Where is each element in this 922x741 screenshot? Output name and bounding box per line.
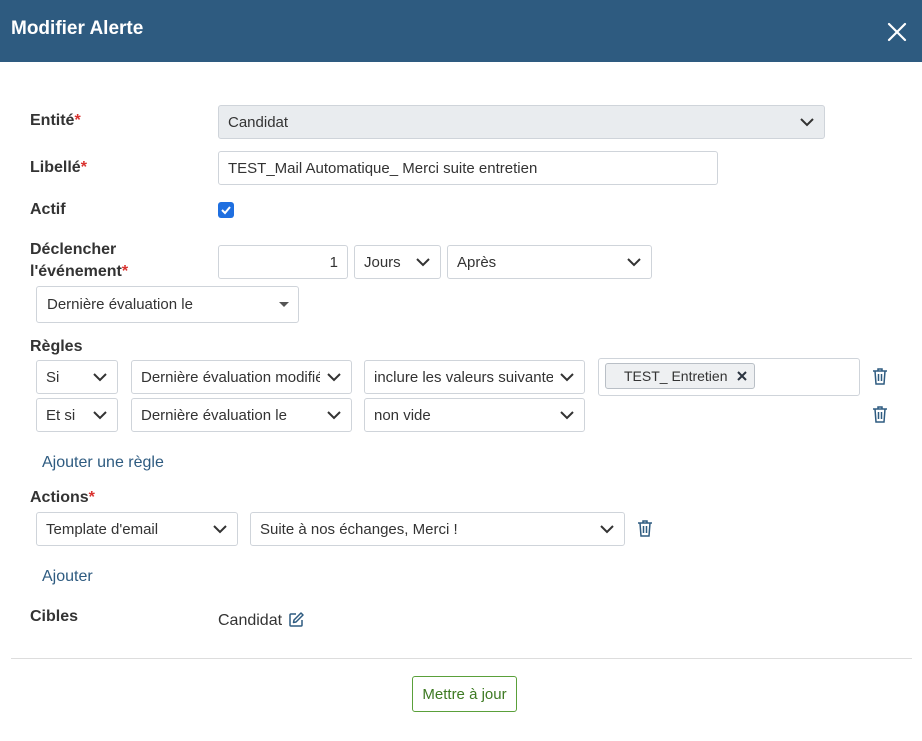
chevron-down-icon: [416, 258, 430, 267]
chevron-down-icon: [627, 258, 641, 267]
chevron-down-icon: [560, 373, 574, 382]
rule-2-operator-select[interactable]: non vide: [364, 398, 585, 432]
targets-value: Candidat: [218, 612, 283, 629]
chevron-down-icon: [93, 373, 107, 382]
targets-label: Cibles: [30, 608, 79, 625]
action-template-select[interactable]: Suite à nos échanges, Merci !: [250, 512, 625, 546]
trash-icon[interactable]: [872, 405, 888, 423]
trigger-unit-value: Jours: [364, 253, 401, 271]
trash-icon[interactable]: [637, 519, 653, 537]
actif-label: Actif: [30, 201, 66, 218]
trigger-when-select[interactable]: Après: [447, 245, 652, 279]
libelle-input[interactable]: TEST_Mail Automatique_ Merci suite entre…: [218, 151, 718, 185]
chevron-down-icon: [327, 373, 341, 382]
trash-icon[interactable]: [872, 367, 888, 385]
value-tag: TEST_ Entretien: [605, 363, 755, 389]
trigger-unit-select[interactable]: Jours: [354, 245, 441, 279]
trigger-label: Déclencher l'événement*: [30, 241, 129, 280]
add-action-link[interactable]: Ajouter: [42, 568, 93, 586]
edit-icon[interactable]: [288, 611, 305, 628]
trigger-field-value: Dernière évaluation le: [47, 296, 193, 313]
footer-divider: [11, 658, 912, 659]
caret-down-icon: [279, 302, 289, 307]
chevron-down-icon: [93, 411, 107, 420]
update-button[interactable]: Mettre à jour: [412, 676, 517, 712]
actions-label: Actions*: [30, 489, 95, 506]
chevron-down-icon: [213, 525, 227, 534]
entity-select-value: Candidat: [228, 113, 289, 131]
modal-title: Modifier Alerte: [11, 18, 144, 39]
libelle-input-value: TEST_Mail Automatique_ Merci suite entre…: [228, 159, 538, 177]
chevron-down-icon: [560, 411, 574, 420]
rule-1-values-input[interactable]: TEST_ Entretien: [598, 358, 860, 396]
remove-tag-icon[interactable]: [736, 370, 748, 382]
actif-checkbox[interactable]: [218, 202, 234, 218]
rule-2-connector-select[interactable]: Et si: [36, 398, 118, 432]
rules-label: Règles: [30, 338, 83, 355]
chevron-down-icon: [327, 411, 341, 420]
entity-label: Entité*: [30, 112, 81, 129]
trigger-when-value: Après: [457, 253, 497, 271]
add-rule-link[interactable]: Ajouter une règle: [42, 454, 164, 472]
check-icon: [221, 206, 231, 215]
chevron-down-icon: [800, 118, 814, 127]
rule-1-field-select[interactable]: Dernière évaluation modifiée: [131, 360, 352, 394]
trigger-field-select[interactable]: Dernière évaluation le: [36, 286, 299, 323]
rule-1-operator-select[interactable]: inclure les valeurs suivantes: [364, 360, 585, 394]
action-type-select[interactable]: Template d'email: [36, 512, 238, 546]
libelle-label: Libellé*: [30, 159, 87, 176]
trigger-amount-value: 1: [329, 253, 338, 271]
trigger-amount-input[interactable]: 1: [218, 245, 348, 279]
rule-1-connector-select[interactable]: Si: [36, 360, 118, 394]
rule-2-field-select[interactable]: Dernière évaluation le: [131, 398, 352, 432]
entity-select[interactable]: Candidat: [218, 105, 825, 139]
chevron-down-icon: [600, 525, 614, 534]
close-icon[interactable]: [884, 19, 910, 45]
modal-header: Modifier Alerte: [0, 0, 922, 62]
